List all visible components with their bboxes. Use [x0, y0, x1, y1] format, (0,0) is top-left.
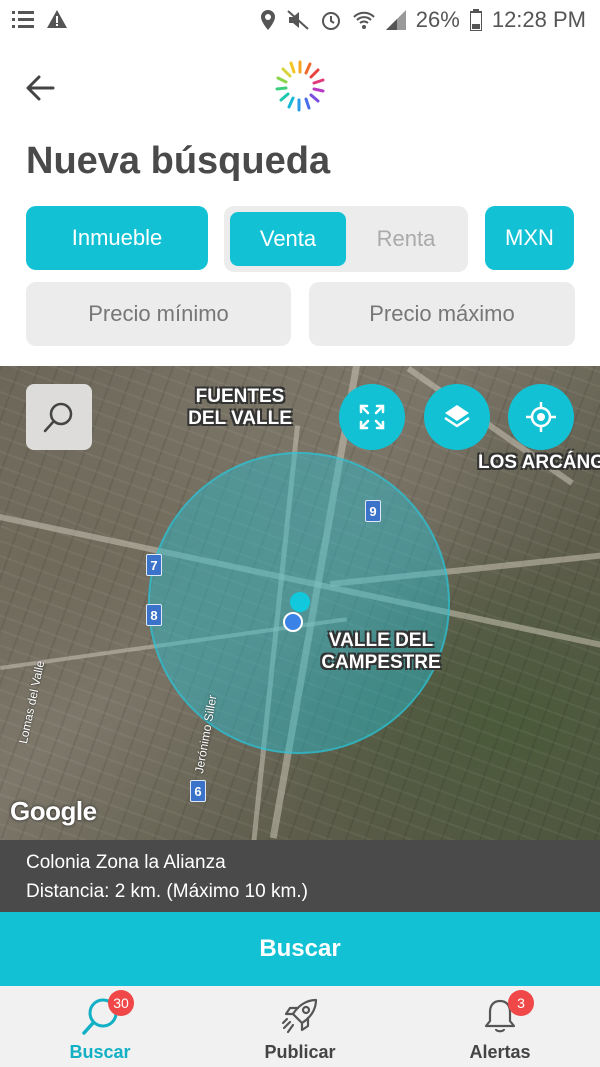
location-info: Colonia Zona la Alianza Distancia: 2 km.… — [0, 840, 600, 912]
selected-location-pin[interactable] — [290, 592, 310, 612]
mute-icon — [287, 10, 309, 30]
map-marker[interactable]: 8 — [146, 604, 162, 626]
clock: 12:28 PM — [491, 7, 586, 32]
layers-button[interactable] — [424, 384, 490, 450]
wifi-icon — [353, 11, 375, 29]
map-search-button[interactable] — [26, 384, 92, 450]
nav-label: Publicar — [264, 1042, 336, 1062]
operation-toggle: Venta Renta — [224, 206, 468, 272]
back-button[interactable] — [20, 68, 60, 108]
nav-item-buscar[interactable]: 30 Buscar — [0, 986, 200, 1067]
rocket-icon — [280, 996, 320, 1036]
crosshair-icon — [526, 402, 556, 432]
battery-percent: 26% — [415, 7, 460, 32]
search-icon: 30 — [80, 990, 134, 1036]
property-type-button[interactable]: Inmueble — [26, 206, 208, 270]
nav-item-alertas[interactable]: 3 Alertas — [400, 986, 600, 1067]
nav-item-publicar[interactable]: Publicar — [200, 986, 400, 1067]
map-marker[interactable]: 6 — [190, 780, 206, 802]
operation-rent-option[interactable]: Renta — [350, 212, 462, 266]
map-marker[interactable]: 9 — [365, 500, 381, 522]
bottom-navigation: 30 Buscar Publicar 3 Alertas — [0, 986, 600, 1067]
notification-list-icon — [12, 11, 34, 28]
status-bar: 26% 12:28 PM — [0, 0, 600, 42]
page-title: Nueva búsqueda — [26, 140, 331, 182]
operation-sale-option[interactable]: Venta — [230, 212, 346, 266]
google-attribution: Google — [10, 796, 97, 826]
signal-icon — [385, 10, 406, 30]
map-label-fuentes: FUENTES DEL VALLE — [188, 386, 292, 429]
warning-icon — [47, 10, 67, 28]
price-max-field[interactable]: Precio máximo — [309, 282, 575, 346]
alarm-icon — [321, 12, 340, 30]
nav-label: Buscar — [69, 1042, 131, 1062]
bell-icon: 3 — [480, 990, 534, 1036]
fullscreen-icon — [359, 404, 385, 430]
battery-icon — [469, 9, 482, 31]
current-location-dot — [283, 612, 303, 632]
map-label-valle-campestre: VALLE DEL CAMPESTRE — [321, 630, 441, 673]
notification-badge: 30 — [108, 990, 134, 1016]
arrow-left-icon — [26, 75, 55, 101]
location-name: Colonia Zona la Alianza — [26, 852, 226, 873]
search-button[interactable]: Buscar — [0, 912, 600, 986]
distance-text: Distancia: 2 km. (Máximo 10 km.) — [26, 881, 308, 902]
map-label-arcangeles: LOS ARCÁNG — [478, 452, 600, 473]
app-logo — [272, 58, 328, 114]
map-view[interactable]: FUENTES DEL VALLE LOS ARCÁNG VALLE DEL C… — [0, 366, 600, 840]
location-icon — [260, 10, 275, 30]
layers-icon — [444, 405, 470, 428]
fullscreen-button[interactable] — [339, 384, 405, 450]
my-location-button[interactable] — [508, 384, 574, 450]
currency-button[interactable]: MXN — [485, 206, 574, 270]
notification-badge: 3 — [508, 990, 534, 1016]
search-icon — [43, 402, 73, 433]
price-min-field[interactable]: Precio mínimo — [26, 282, 291, 346]
nav-label: Alertas — [469, 1042, 531, 1062]
map-marker[interactable]: 7 — [146, 554, 162, 576]
